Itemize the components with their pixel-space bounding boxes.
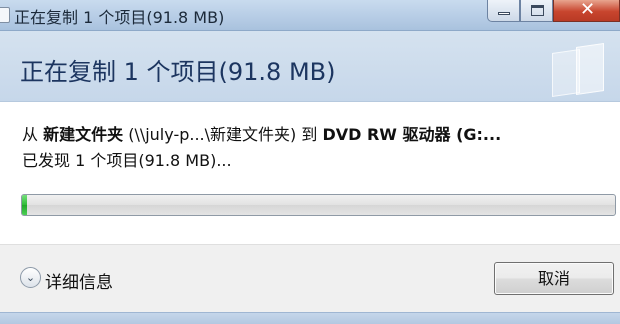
window-bottom-border xyxy=(0,312,620,324)
source-path: (\\july-p...\新建文件夹) 到 xyxy=(123,125,323,144)
cancel-button[interactable]: 取消 xyxy=(494,262,614,295)
progress-fill xyxy=(22,195,28,215)
chevron-down-icon: ⌄ xyxy=(20,267,41,288)
progress-bar xyxy=(21,194,616,216)
close-icon: ✕ xyxy=(580,0,596,20)
copy-source-destination: 从 新建文件夹 (\\july-p...\新建文件夹) 到 DVD RW 驱动器… xyxy=(22,121,501,145)
copy-details-panel: 从 新建文件夹 (\\july-p...\新建文件夹) 到 DVD RW 驱动器… xyxy=(0,102,620,244)
window-title: 正在复制 1 个项目(91.8 MB) xyxy=(14,8,225,27)
source-folder-name: 新建文件夹 xyxy=(43,125,124,144)
close-button[interactable]: ✕ xyxy=(553,0,620,22)
maximize-button[interactable] xyxy=(520,0,553,22)
maximize-icon xyxy=(531,5,544,16)
more-details-label: 详细信息 xyxy=(45,273,113,293)
destination-name: DVD RW 驱动器 (G:... xyxy=(322,125,502,144)
dialog-footer: ⌄ 详细信息 取消 xyxy=(0,244,620,313)
window-app-icon xyxy=(0,7,10,23)
minimize-button[interactable] xyxy=(487,0,520,22)
minimize-icon xyxy=(498,12,510,15)
from-label: 从 xyxy=(22,125,44,144)
title-bar: 正在复制 1 个项目(91.8 MB) ✕ xyxy=(0,0,620,31)
dialog-header: 正在复制 1 个项目(91.8 MB) xyxy=(0,31,620,102)
page-title: 正在复制 1 个项目(91.8 MB) xyxy=(20,58,336,86)
copy-decoration-icon xyxy=(552,43,604,97)
copy-status: 已发现 1 个项目(91.8 MB)... xyxy=(22,151,232,170)
